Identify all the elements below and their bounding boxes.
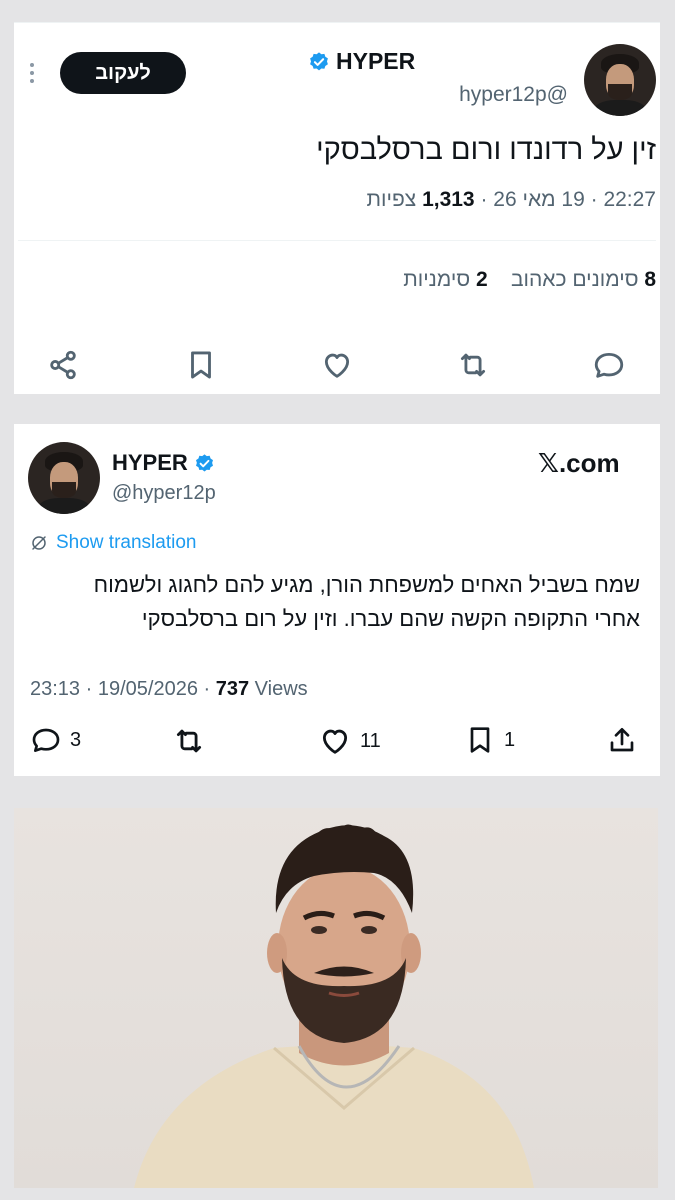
meta-separator: · (474, 188, 494, 211)
share-icon (610, 728, 634, 752)
views-count: 737 (215, 678, 250, 700)
reply-count: 3 (70, 728, 82, 751)
top-tweet-card: HYPER @hyper12p לעקוב זין על רדונדו ורום… (14, 22, 660, 394)
meta-separator: · (584, 188, 604, 211)
verified-badge-icon (195, 453, 213, 471)
follow-button[interactable]: לעקוב (60, 52, 186, 94)
tweet-date[interactable]: 19/05/2026 (98, 678, 198, 700)
person-photo (134, 824, 534, 1188)
bookmark-count: 1 (504, 728, 516, 751)
verified-badge-icon (310, 51, 328, 70)
like-button[interactable]: 11 (318, 724, 381, 758)
avatar[interactable] (28, 442, 100, 514)
follow-button-label: לעקוב (95, 61, 151, 84)
bookmarks-count: 2 (475, 268, 488, 291)
like-icon[interactable] (320, 348, 354, 387)
tweet-date[interactable]: 19 מאי 26 (493, 188, 584, 211)
share-button[interactable] (606, 724, 638, 756)
tweet-text-line: אחרי התקופה הקשה שהם עברו. וזין על רום ב… (141, 606, 640, 631)
author-name: HYPER (112, 450, 188, 475)
bookmark-button[interactable]: 1 (464, 724, 515, 756)
like-icon (322, 729, 348, 754)
tweet-time[interactable]: 22:27 (603, 188, 656, 211)
tweet-text: שמח בשביל האחים למשפחת הורן, מגיע להם לח… (30, 568, 640, 636)
reply-button[interactable]: 3 (30, 724, 81, 756)
more-options-icon[interactable] (26, 60, 38, 88)
author-block[interactable]: HYPER @hyper12p (308, 48, 568, 107)
bookmarks-stat[interactable]: 2 סימניות (403, 268, 487, 291)
x-com-link[interactable]: 𝕏.com (538, 448, 620, 479)
author-handle: @hyper12p (459, 83, 568, 106)
bookmark-icon (470, 727, 490, 753)
views-count: 1,313 (422, 188, 475, 211)
author-block[interactable]: HYPER @hyper12p (112, 450, 216, 505)
meta-separator: · (197, 678, 216, 700)
likes-stat[interactable]: 8 סימונים כאהוב (511, 268, 656, 291)
bookmark-icon[interactable] (184, 348, 218, 387)
tweet-text: זין על רדונדו ורום ברסלבסקי (316, 134, 656, 166)
tweet-meta: 22:27 · 19 מאי 26 · 1,313 צפיות (26, 188, 656, 212)
retweet-icon[interactable] (456, 348, 490, 387)
bookmarks-label: סימניות (403, 268, 476, 291)
likes-count: 8 (644, 268, 656, 291)
embedded-tweet-card: HYPER @hyper12p 𝕏.com Show translation ש… (14, 424, 660, 776)
like-count: 11 (360, 729, 381, 752)
photo[interactable] (14, 808, 658, 1188)
show-translation-label: Show translation (56, 532, 197, 553)
translate-icon (32, 536, 46, 550)
tweet-time[interactable]: 23:13 (30, 678, 80, 700)
engagement-stats: 8 סימונים כאהוב 2 סימניות (26, 268, 656, 292)
retweet-icon (176, 729, 202, 753)
meta-separator: · (80, 678, 98, 700)
show-translation-link[interactable]: Show translation (30, 532, 196, 554)
reply-icon (32, 728, 60, 752)
tweet-text-line: שמח בשביל האחים למשפחת הורן, מגיע להם לח… (93, 572, 640, 597)
top-divider (14, 22, 660, 23)
reply-icon[interactable] (592, 348, 626, 387)
author-handle: @hyper12p (112, 482, 216, 504)
likes-label: סימונים כאהוב (510, 268, 645, 291)
views-label: צפיות (366, 188, 423, 211)
views-label: Views (249, 678, 308, 700)
share-icon[interactable] (46, 348, 80, 387)
author-name: HYPER (336, 48, 416, 74)
divider (18, 240, 656, 241)
avatar[interactable] (584, 44, 656, 116)
retweet-button[interactable] (172, 724, 206, 758)
tweet-meta: 23:13 · 19/05/2026 · 737 Views (30, 678, 308, 701)
